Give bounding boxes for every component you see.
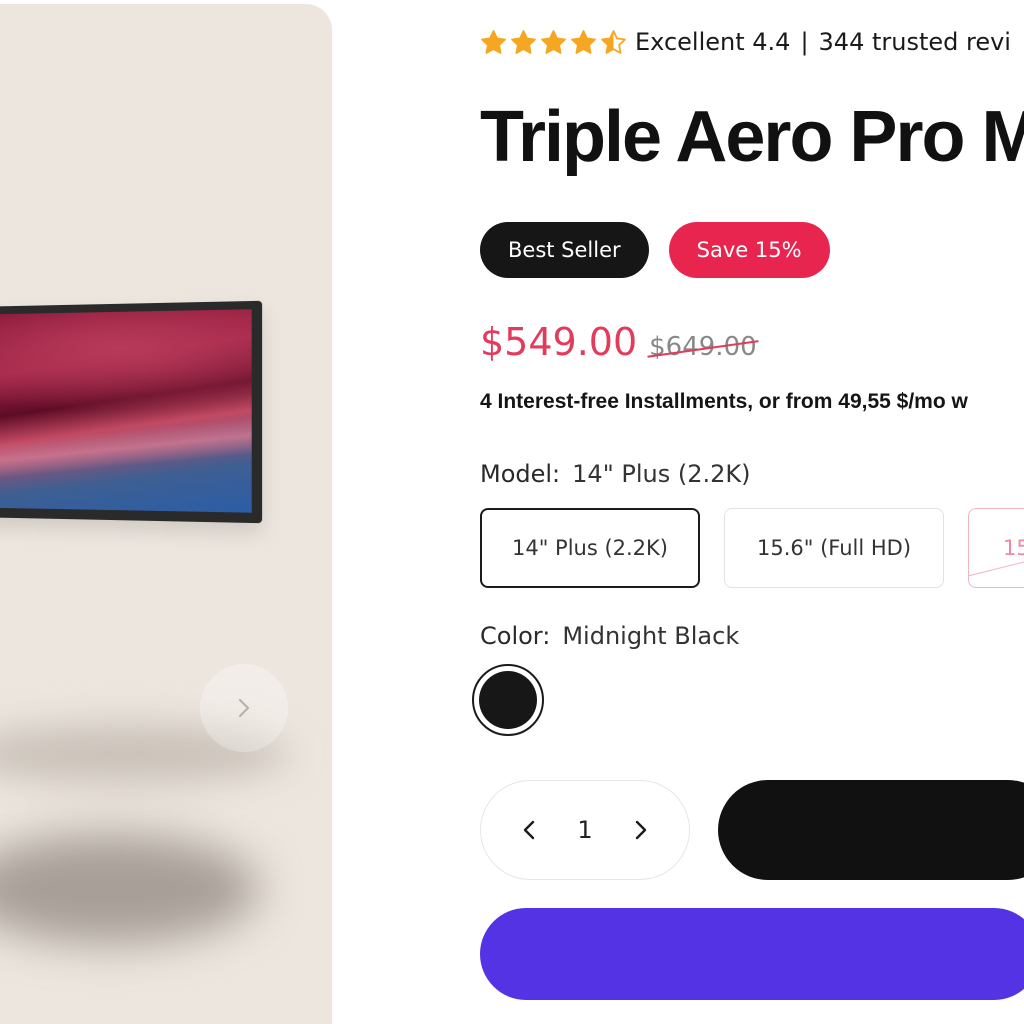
chevron-right-icon: [635, 820, 647, 840]
star-icon: [481, 29, 506, 54]
product-badges: Best Seller Save 15%: [480, 222, 830, 278]
model-options: 14" Plus (2.2K) 15.6" (Full HD) 15.: [480, 508, 1024, 588]
rating-stars: [480, 29, 627, 56]
model-selected-value: 14" Plus (2.2K): [572, 460, 751, 488]
color-selected-value: Midnight Black: [562, 622, 740, 650]
color-label-text: Color:: [480, 622, 551, 650]
reviews-count-link[interactable]: 344 trusted revi: [819, 28, 1011, 56]
installments-info: 4 Interest-free Installments, or from 49…: [480, 390, 968, 413]
best-seller-badge: Best Seller: [480, 222, 649, 278]
gallery-next-button[interactable]: [200, 664, 288, 752]
color-option-label: Color: Midnight Black: [480, 622, 739, 650]
product-image-gallery: [0, 4, 332, 1024]
product-shadow-blur-lower: [0, 834, 260, 944]
color-swatch-midnight-black[interactable]: [472, 664, 544, 736]
rating-row: Excellent 4.4 | 344 trusted revi: [480, 28, 1011, 56]
original-price: $649.00: [649, 332, 757, 362]
star-icon: [511, 29, 536, 54]
add-to-cart-button[interactable]: [718, 780, 1024, 880]
star-icon: [601, 29, 626, 54]
discount-badge: Save 15%: [668, 222, 830, 278]
star-icon: [541, 29, 566, 54]
product-title: Triple Aero Pro M: [480, 97, 1024, 177]
chevron-right-icon: [238, 698, 250, 718]
model-option-14-plus[interactable]: 14" Plus (2.2K): [480, 508, 700, 588]
star-icon: [571, 29, 596, 54]
swatch-fill: [479, 671, 537, 729]
quantity-decrease-button[interactable]: [517, 818, 541, 842]
product-image-monitor: [0, 300, 263, 524]
quantity-increase-button[interactable]: [629, 818, 653, 842]
buy-now-button[interactable]: [480, 908, 1024, 1000]
model-label-text: Model:: [480, 460, 561, 488]
quantity-value[interactable]: 1: [577, 816, 592, 844]
rating-separator: |: [800, 28, 809, 56]
model-option-15-sold-out[interactable]: 15.: [968, 508, 1024, 588]
rating-label: Excellent 4.4: [635, 28, 791, 56]
model-option-label: Model: 14" Plus (2.2K): [480, 460, 750, 488]
product-page: Excellent 4.4 | 344 trusted revi Triple …: [0, 0, 1024, 1024]
quantity-stepper: 1: [480, 780, 690, 880]
monitor-screen: [0, 309, 252, 513]
model-option-15-6-full-hd[interactable]: 15.6" (Full HD): [724, 508, 944, 588]
current-price: $549.00: [480, 320, 638, 364]
price-row: $549.00 $649.00: [480, 320, 757, 364]
chevron-left-icon: [523, 820, 535, 840]
